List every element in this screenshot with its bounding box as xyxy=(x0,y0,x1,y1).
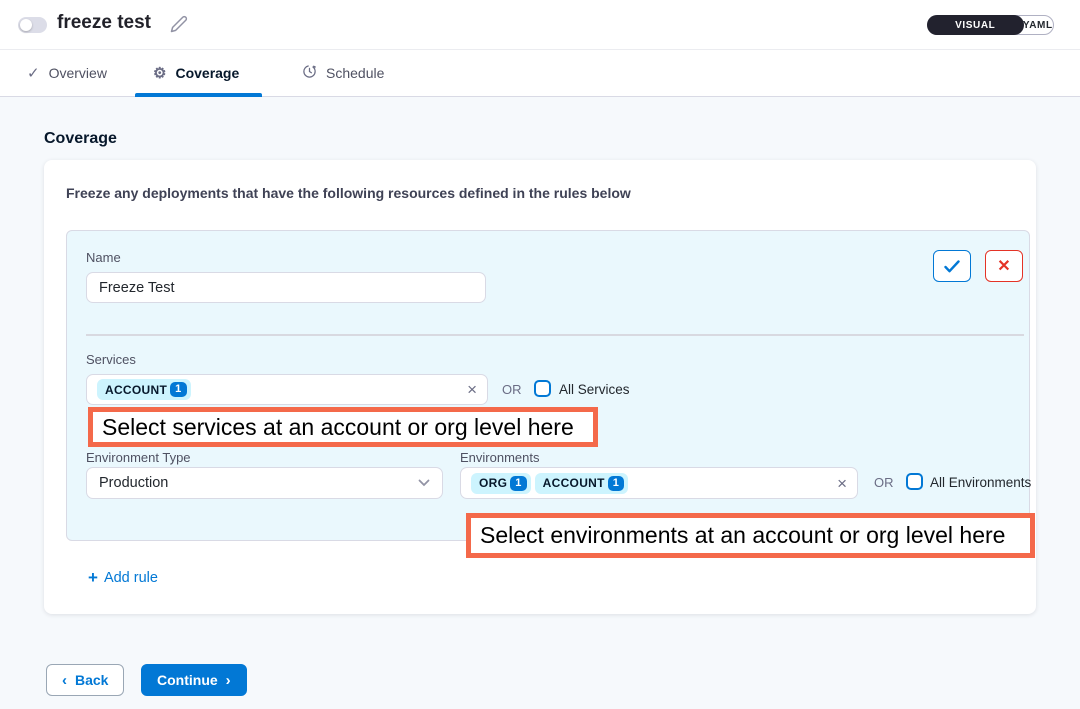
all-environments-label: All Environments xyxy=(930,475,1031,490)
tab-overview-label: Overview xyxy=(49,65,107,81)
tab-overview[interactable]: ✓ Overview xyxy=(27,50,107,96)
tab-coverage[interactable]: ⚙ Coverage xyxy=(153,50,239,96)
chip-scope-label: ACCOUNT xyxy=(105,383,167,397)
tab-schedule[interactable]: Schedule xyxy=(302,50,384,96)
check-icon: ✓ xyxy=(27,66,40,81)
services-multiselect[interactable]: ACCOUNT 1 × xyxy=(86,374,488,405)
back-button[interactable]: ‹ Back xyxy=(46,664,124,696)
freeze-studio-screen: freeze test VISUAL YAML ✓ Overview ⚙ Cov… xyxy=(0,0,1080,709)
rule-divider xyxy=(86,334,1024,336)
chevron-left-icon: ‹ xyxy=(62,672,67,689)
chip-count-badge: 1 xyxy=(170,382,186,397)
services-clear-icon[interactable]: × xyxy=(467,381,477,398)
environment-type-label: Environment Type xyxy=(86,450,191,465)
plus-icon: + xyxy=(88,569,98,586)
page-title: freeze test xyxy=(57,12,151,34)
schedule-clock-icon xyxy=(302,64,317,82)
confirm-check-icon xyxy=(944,260,960,273)
environment-type-select[interactable]: Production xyxy=(86,467,443,499)
environment-scope-chip[interactable]: ORG 1 xyxy=(471,473,531,494)
continue-button[interactable]: Continue › xyxy=(141,664,247,696)
service-scope-chip[interactable]: ACCOUNT 1 xyxy=(97,379,191,400)
back-label: Back xyxy=(75,672,108,688)
environments-annotation-callout: Select environments at an account or org… xyxy=(466,513,1035,558)
all-environments-checkbox[interactable] xyxy=(906,473,923,490)
active-tab-underline xyxy=(135,93,262,97)
services-or-text: OR xyxy=(502,382,522,397)
chip-scope-label: ORG xyxy=(479,476,507,490)
coverage-intro-text: Freeze any deployments that have the fol… xyxy=(66,185,631,201)
add-rule-label: Add rule xyxy=(104,570,158,586)
tab-schedule-label: Schedule xyxy=(326,65,384,81)
all-services-label: All Services xyxy=(559,382,630,397)
environment-scope-chip[interactable]: ACCOUNT 1 xyxy=(535,473,629,494)
freeze-enabled-toggle[interactable] xyxy=(18,17,47,33)
apply-rule-button[interactable] xyxy=(933,250,971,282)
gear-icon: ⚙ xyxy=(153,66,166,81)
continue-label: Continue xyxy=(157,672,218,688)
services-label: Services xyxy=(86,352,136,367)
environments-or-text: OR xyxy=(874,475,894,490)
visual-mode-button[interactable]: VISUAL xyxy=(927,15,1024,35)
chip-count-badge: 1 xyxy=(608,476,624,491)
header: freeze test VISUAL YAML xyxy=(0,0,1080,50)
chip-count-badge: 1 xyxy=(510,476,526,491)
section-heading: Coverage xyxy=(44,130,117,148)
name-input[interactable] xyxy=(86,272,486,303)
cancel-x-icon: ✕ xyxy=(997,256,1010,276)
environment-type-value: Production xyxy=(99,475,168,491)
yaml-mode-button[interactable]: YAML xyxy=(1023,16,1054,34)
toggle-knob xyxy=(20,19,32,31)
tab-bar: ✓ Overview ⚙ Coverage Schedule xyxy=(0,50,1080,97)
environments-clear-icon[interactable]: × xyxy=(837,475,847,492)
services-annotation-callout: Select services at an account or org lev… xyxy=(88,407,598,447)
visual-yaml-switch: VISUAL YAML xyxy=(927,15,1054,35)
delete-rule-button[interactable]: ✕ xyxy=(985,250,1023,282)
environments-label: Environments xyxy=(460,450,539,465)
add-rule-button[interactable]: + Add rule xyxy=(88,569,158,586)
chevron-down-icon xyxy=(418,475,430,491)
name-label: Name xyxy=(86,250,121,265)
all-services-checkbox[interactable] xyxy=(534,380,551,397)
tab-coverage-label: Coverage xyxy=(175,65,239,81)
edit-title-icon[interactable] xyxy=(170,15,188,33)
environments-multiselect[interactable]: ORG 1 ACCOUNT 1 × xyxy=(460,467,858,499)
chip-scope-label: ACCOUNT xyxy=(543,476,605,490)
chevron-right-icon: › xyxy=(226,672,231,689)
